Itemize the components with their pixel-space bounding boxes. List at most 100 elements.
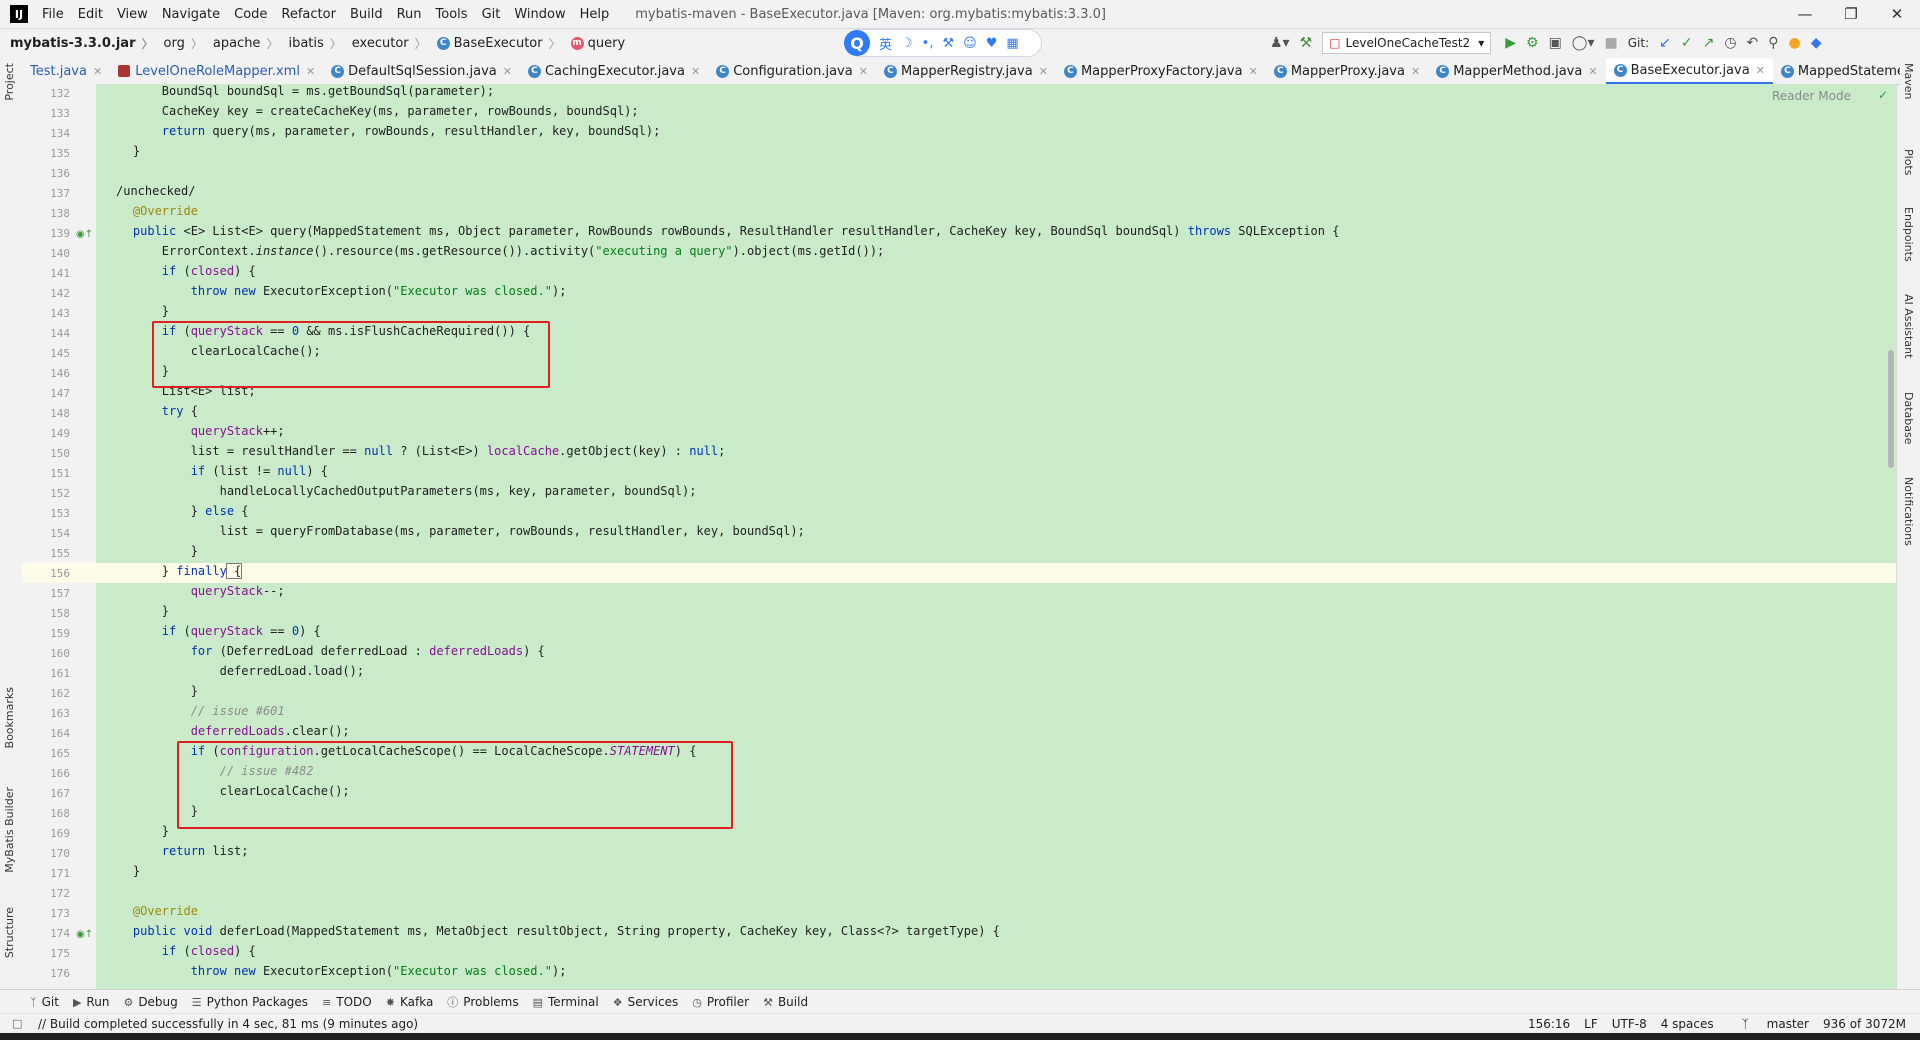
tab-mappedstatement[interactable]: CMappedStatement.java✕ [1773, 58, 1900, 84]
git-push-icon[interactable]: ↗ [1703, 35, 1715, 51]
tab-levelonerolemapper-xml[interactable]: LevelOneRoleMapper.xml ✕ [110, 58, 323, 84]
breadcrumb-jar[interactable]: mybatis-3.3.0.jar 〉 [10, 35, 154, 52]
caret-position[interactable]: 156:16 [1528, 1017, 1570, 1031]
grid-icon[interactable]: ▦ [1006, 36, 1018, 51]
close-icon[interactable]: ✕ [691, 65, 700, 78]
restore-icon[interactable]: ❐ [1828, 0, 1874, 28]
minimize-icon[interactable]: — [1782, 0, 1828, 28]
breadcrumb-method[interactable]: m query [570, 36, 625, 51]
tab-mapperproxyfactory[interactable]: C MapperProxyFactory.java ✕ [1056, 58, 1266, 84]
todo-tool-button[interactable]: ≡ TODO [322, 995, 372, 1009]
tab-mappermethod[interactable]: C MapperMethod.java ✕ [1428, 58, 1605, 84]
toggle-tool-windows-icon[interactable]: □ [12, 1017, 22, 1030]
file-encoding[interactable]: UTF-8 [1612, 1017, 1647, 1031]
breadcrumb-apache[interactable]: apache 〉 [213, 35, 279, 52]
status-message[interactable]: // Build completed successfully in 4 sec… [38, 1017, 418, 1031]
endpoints-tool-button[interactable]: Endpoints [1902, 207, 1915, 262]
menu-code[interactable]: Code [234, 7, 267, 22]
profiler-tool-button[interactable]: ◷ Profiler [692, 995, 749, 1009]
inspection-ok-icon[interactable]: ✓ [1878, 88, 1888, 102]
tab-defaultsqlsession[interactable]: C DefaultSqlSession.java ✕ [323, 58, 520, 84]
menu-file[interactable]: File [42, 7, 64, 22]
rollback-icon[interactable]: ↶ [1747, 35, 1759, 51]
ai-assistant-tool-button[interactable]: AI Assistant [1902, 294, 1915, 358]
user-icon[interactable]: ♟▾ [1270, 35, 1290, 51]
services-tool-button[interactable]: ❖ Services [613, 995, 678, 1009]
kafka-tool-button[interactable]: ✸ Kafka [386, 995, 434, 1009]
profile-icon[interactable]: ◯▾ [1572, 35, 1595, 51]
menu-build[interactable]: Build [350, 7, 383, 22]
close-icon[interactable]: ✕ [306, 65, 315, 78]
tab-cachingexecutor[interactable]: C CachingExecutor.java ✕ [520, 58, 708, 84]
indent-setting[interactable]: 4 spaces [1661, 1017, 1714, 1031]
menu-window[interactable]: Window [514, 7, 565, 22]
project-tool-button[interactable]: Project [3, 63, 16, 101]
breadcrumb-ibatis[interactable]: ibatis 〉 [288, 35, 341, 52]
hammer-icon[interactable]: ⚒ [1300, 35, 1313, 51]
ime-logo-icon[interactable]: Q [844, 30, 870, 56]
menu-navigate[interactable]: Navigate [162, 7, 220, 22]
tab-baseexecutor[interactable]: C BaseExecutor.java ✕ [1605, 58, 1773, 84]
emoji-icon[interactable]: ☺ [963, 36, 977, 51]
history-icon[interactable]: ◷ [1724, 35, 1736, 51]
close-icon[interactable]: ✕ [859, 65, 868, 78]
wrench-icon[interactable]: ⚒ [942, 36, 954, 51]
debug-tool-button[interactable]: ⚙ Debug [123, 995, 177, 1009]
search-icon[interactable]: ⚲ [1768, 35, 1778, 51]
editor-scrollbar[interactable] [1888, 350, 1894, 468]
breadcrumb-class[interactable]: C BaseExecutor 〉 [436, 35, 561, 52]
run-icon[interactable]: ▶ [1505, 35, 1516, 51]
menu-view[interactable]: View [117, 7, 148, 22]
close-icon[interactable]: ✕ [1249, 65, 1258, 78]
memory-indicator[interactable]: 936 of 3072M [1823, 1017, 1906, 1031]
close-icon[interactable]: ✕ [1588, 65, 1597, 78]
menu-run[interactable]: Run [397, 7, 422, 22]
tab-test-java[interactable]: Test.java ✕ [22, 58, 110, 84]
shirt-icon[interactable]: ♥ [986, 36, 998, 51]
git-update-icon[interactable]: ↙ [1659, 35, 1671, 51]
override-marker-icon[interactable]: ◉↑ [76, 929, 93, 940]
close-icon[interactable]: ✕ [1411, 65, 1420, 78]
terminal-tool-button[interactable]: ▤ Terminal [533, 995, 599, 1009]
menu-refactor[interactable]: Refactor [281, 7, 336, 22]
close-icon[interactable]: ✕ [1039, 65, 1048, 78]
build-tool-button[interactable]: ⚒ Build [763, 995, 808, 1009]
reader-mode-button[interactable]: Reader Mode [1772, 89, 1851, 103]
database-tool-button[interactable]: Database [1902, 392, 1915, 445]
git-branch[interactable]: ᛉ master [1728, 1017, 1809, 1031]
tab-mapperproxy[interactable]: C MapperProxy.java ✕ [1266, 58, 1428, 84]
override-marker-icon[interactable]: ◉↑ [76, 229, 93, 240]
line-separator[interactable]: LF [1584, 1017, 1598, 1031]
tab-mapperregistry[interactable]: C MapperRegistry.java ✕ [876, 58, 1056, 84]
python-packages-tool-button[interactable]: ☰ Python Packages [192, 995, 308, 1009]
menu-git[interactable]: Git [482, 7, 501, 22]
git-commit-icon[interactable]: ✓ [1681, 35, 1693, 51]
moon-icon[interactable]: ☽ [901, 36, 913, 51]
menu-edit[interactable]: Edit [78, 7, 103, 22]
ide-logo-icon[interactable]: ◆ [1811, 35, 1822, 51]
run-tool-button[interactable]: ▶ Run [73, 995, 109, 1009]
breadcrumb-executor[interactable]: executor 〉 [352, 35, 427, 52]
run-configuration-select[interactable]: □ LevelOneCacheTest2 ▾ [1322, 32, 1492, 54]
tab-configuration[interactable]: C Configuration.java ✕ [708, 58, 876, 84]
stop-icon[interactable]: ■ [1605, 35, 1618, 51]
breadcrumb-org[interactable]: org 〉 [164, 35, 203, 52]
git-tool-button[interactable]: ᛉ Git [30, 995, 59, 1009]
problems-tool-button[interactable]: ⓘ Problems [447, 994, 518, 1010]
close-icon[interactable]: ✕ [1874, 0, 1920, 28]
mybatis-builder-tool-button[interactable]: MyBatis Builder [3, 787, 16, 873]
punctuation-icon[interactable]: •, [922, 36, 934, 51]
plots-tool-button[interactable]: Plots [1902, 149, 1915, 175]
close-icon[interactable]: ✕ [93, 65, 102, 78]
menu-help[interactable]: Help [580, 7, 610, 22]
close-icon[interactable]: ✕ [1756, 64, 1765, 77]
maven-tool-button[interactable]: Maven [1902, 63, 1915, 99]
debug-icon[interactable]: ⚙ [1526, 35, 1539, 51]
close-icon[interactable]: ✕ [503, 65, 512, 78]
bookmarks-tool-button[interactable]: Bookmarks [3, 687, 16, 748]
update-icon[interactable]: ● [1789, 35, 1801, 51]
coverage-icon[interactable]: ▣ [1549, 35, 1562, 51]
notifications-tool-button[interactable]: Notifications [1902, 477, 1915, 546]
ime-language-toggle[interactable]: 英 [879, 34, 892, 53]
menu-tools[interactable]: Tools [436, 7, 468, 22]
